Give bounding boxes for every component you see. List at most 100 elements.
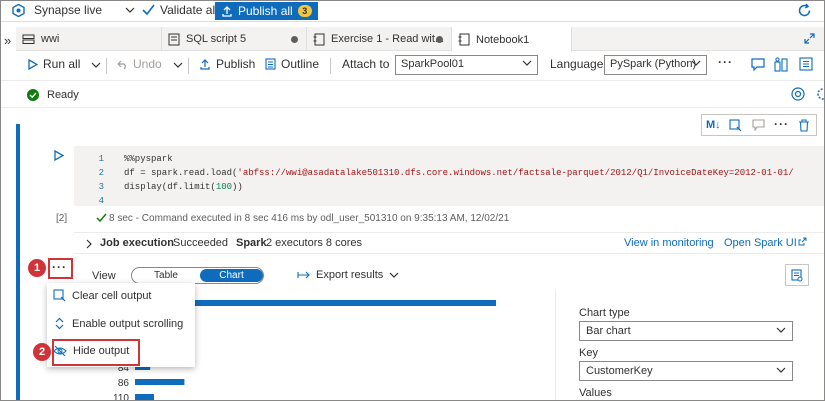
- outline-label: Outline: [281, 57, 320, 71]
- spark-detail: 2 executors 8 cores: [266, 237, 362, 249]
- publish-all-button[interactable]: Publish all 3: [215, 2, 318, 20]
- divider: [330, 58, 331, 74]
- success-check-icon: [27, 89, 39, 101]
- tab-exercise-1[interactable]: Exercise 1 - Read wit...: [307, 27, 452, 51]
- tab-wwi[interactable]: wwi: [16, 27, 162, 51]
- refresh-icon[interactable]: [797, 3, 812, 18]
- expand-panel-icon[interactable]: »: [4, 33, 11, 48]
- code-number: 100: [215, 182, 233, 192]
- chart-options-panel: Chart type Bar chart Key CustomerKey Val…: [555, 290, 825, 401]
- code-line: %%pyspark: [124, 154, 173, 164]
- spark-pool-select[interactable]: SparkPool01: [395, 55, 538, 75]
- step-callout-1: 1: [28, 259, 46, 277]
- chevron-down-icon: [389, 271, 399, 279]
- synapse-icon: [12, 3, 25, 17]
- comment-icon[interactable]: [752, 119, 765, 131]
- chart-bar[interactable]: [135, 394, 154, 400]
- view-chart-option[interactable]: Chart: [200, 269, 263, 282]
- run-all-button[interactable]: Run all: [28, 57, 80, 71]
- success-check-icon: [96, 213, 107, 223]
- chevron-down-icon: [125, 6, 135, 14]
- more-options-button[interactable]: ···: [718, 55, 733, 69]
- code-line: df = spark.read.load('abfss://wwi@asadat…: [124, 168, 820, 178]
- outline-button[interactable]: Outline: [265, 57, 319, 71]
- external-link-icon[interactable]: [798, 237, 807, 246]
- more-icon[interactable]: ···: [774, 117, 789, 131]
- chart-settings-button[interactable]: [785, 264, 809, 286]
- open-spark-ui-link[interactable]: Open Spark UI: [724, 237, 797, 249]
- tab-label: wwi: [41, 33, 60, 45]
- view-in-monitoring-link[interactable]: View in monitoring: [624, 237, 714, 249]
- database-icon: [22, 34, 35, 45]
- chart-bar[interactable]: [135, 379, 185, 385]
- status-text: Ready: [47, 89, 79, 101]
- line-number: 3: [98, 182, 104, 192]
- job-execution-label: Job execution: [100, 237, 174, 249]
- chevron-down-icon[interactable]: [91, 61, 101, 69]
- attach-to-label: Attach to: [342, 57, 390, 71]
- maximize-icon[interactable]: [804, 33, 815, 44]
- undo-label: Undo: [133, 57, 162, 71]
- validate-all-button[interactable]: Validate all: [142, 3, 218, 17]
- view-toggle[interactable]: Table Chart: [131, 267, 264, 284]
- spark-label: Spark: [236, 237, 267, 249]
- chevron-down-icon: [691, 59, 701, 67]
- export-results-button[interactable]: Export results: [297, 269, 399, 281]
- execution-info: 8 sec - Command executed in 8 sec 416 ms…: [109, 213, 510, 224]
- properties-icon[interactable]: [799, 57, 813, 71]
- key-select[interactable]: CustomerKey: [579, 361, 793, 381]
- markdown-icon[interactable]: M↓: [706, 119, 721, 131]
- chevron-down-icon[interactable]: [173, 61, 183, 69]
- divider: [188, 58, 189, 74]
- export-icon: [297, 271, 310, 279]
- comment-cell-icon[interactable]: [729, 119, 742, 132]
- clear-output-icon: [53, 289, 66, 302]
- chart-settings-icon: [791, 269, 803, 282]
- y-tick-label: 86: [118, 378, 130, 389]
- tab-bar: wwi SQL script 5 Exercise 1 - Read wit..…: [16, 27, 825, 52]
- tab-label: Notebook1: [476, 33, 530, 46]
- top-bar: Synapse live Validate all Publish all 3: [0, 0, 825, 22]
- language-select[interactable]: PySpark (Python): [604, 55, 707, 75]
- run-cell-icon[interactable]: [54, 150, 64, 161]
- workspace-selector[interactable]: Synapse live: [12, 3, 135, 17]
- code-string: 'abfss://wwi@asadatalake501310.dfs.core.…: [237, 168, 794, 178]
- chevron-down-icon: [522, 59, 532, 67]
- notebook-icon: [458, 33, 470, 46]
- comment-icon[interactable]: [751, 58, 765, 71]
- workspace-label: Synapse live: [34, 3, 103, 17]
- publish-button[interactable]: Publish: [199, 57, 255, 71]
- chart-type-select[interactable]: Bar chart: [579, 321, 793, 341]
- output-more-button[interactable]: ···: [52, 260, 67, 274]
- language-label: Language: [550, 57, 604, 71]
- line-number: 4: [98, 196, 104, 206]
- clear-cell-output-item[interactable]: Clear cell output: [53, 289, 152, 302]
- active-cell-indicator: [16, 124, 20, 401]
- tab-sql-script-5[interactable]: SQL script 5: [162, 27, 307, 51]
- enable-output-scrolling-item[interactable]: Enable output scrolling: [53, 317, 183, 330]
- key-value: CustomerKey: [586, 365, 653, 377]
- unsaved-dot-icon: [291, 36, 298, 43]
- values-label: Values: [579, 387, 612, 399]
- divider: [106, 58, 107, 74]
- run-all-label: Run all: [43, 57, 81, 71]
- chevron-right-icon[interactable]: [86, 239, 93, 249]
- code-line: display(df.limit(100)): [124, 182, 243, 192]
- pending-count-badge: 3: [297, 5, 312, 17]
- spark-pool-value: SparkPool01: [401, 58, 464, 70]
- publish-label: Publish: [216, 57, 256, 71]
- tab-notebook1[interactable]: Notebook1: [452, 27, 572, 52]
- settings-gear-icon[interactable]: [816, 87, 825, 101]
- undo-button[interactable]: Undo: [116, 57, 162, 71]
- cell-toolbar: M↓ ···: [701, 114, 817, 136]
- delete-icon[interactable]: [798, 119, 810, 132]
- menu-item-label: Clear cell output: [72, 289, 152, 302]
- variables-icon[interactable]: [774, 57, 788, 72]
- view-table-option[interactable]: Table: [132, 269, 200, 282]
- line-number: 2: [98, 168, 104, 178]
- code-text: display(df.limit(: [124, 182, 216, 192]
- session-icon[interactable]: [791, 87, 805, 101]
- language-value: PySpark (Python): [610, 58, 697, 70]
- code-text: df = spark.read.load(: [124, 168, 238, 178]
- undo-icon: [116, 59, 128, 70]
